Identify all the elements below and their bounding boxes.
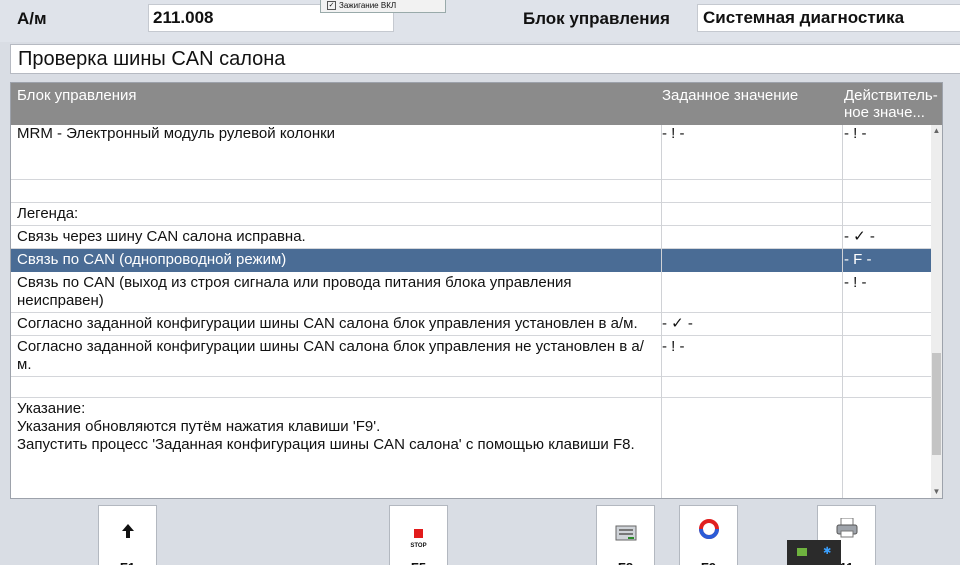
row-text: Согласно заданной конфигурации шины CAN …: [17, 338, 644, 373]
vehicle-label: А/м: [17, 9, 47, 28]
table-row[interactable]: [11, 377, 933, 398]
f9-button[interactable]: F9: [679, 505, 738, 565]
table-row-selected[interactable]: Связь по CAN (однопроводной режим) - F -: [11, 249, 933, 272]
table-header: Блок управления Заданное значение Действ…: [11, 83, 942, 125]
column-header-actual-value[interactable]: Действитель-ное значе...: [844, 87, 940, 121]
results-table: Блок управления Заданное значение Действ…: [10, 82, 943, 499]
control-unit-field[interactable]: Системная диагностика: [697, 4, 960, 32]
f1-label: F1: [99, 560, 156, 565]
row-actual-value: - ! -: [844, 274, 867, 291]
gpu-tray-icon[interactable]: [797, 548, 807, 556]
ignition-status: ✓ Зажигание ВКЛ: [320, 0, 446, 13]
note-line: Указания обновляются путём нажатия клави…: [17, 418, 381, 435]
ignition-label: Зажигание ВКЛ: [339, 1, 397, 10]
table-row[interactable]: [11, 180, 933, 203]
column-header-set-value[interactable]: Заданное значение: [662, 87, 798, 104]
header-bar: А/м 211.008 ✓ Зажигание ВКЛ Блок управлен…: [0, 0, 960, 42]
up-arrow-icon: [99, 524, 156, 542]
table-row-note[interactable]: Указание: Указания обновляются путём наж…: [11, 398, 933, 456]
table-row[interactable]: Согласно заданной конфигурации шины CAN …: [11, 336, 933, 377]
row-set-value: - ! -: [662, 125, 685, 142]
note-heading: Указание:: [17, 400, 86, 417]
row-text: MRM - Электронный модуль рулевой колонки: [17, 125, 336, 142]
refresh-icon: [680, 518, 737, 544]
system-tray-popup: ✱: [787, 540, 841, 565]
printer-icon: [818, 517, 875, 542]
row-text: Легенда:: [17, 205, 79, 222]
row-set-value: - ! -: [662, 338, 685, 355]
table-row[interactable]: Связь по CAN (выход из строя сигнала или…: [11, 272, 933, 313]
test-title: Проверка шины CAN салона: [10, 44, 960, 74]
row-text: Связь через шину CAN салона исправна.: [17, 228, 306, 245]
column-header-unit[interactable]: Блок управления: [17, 87, 136, 104]
column-divider: [661, 125, 662, 498]
f5-button[interactable]: STOP F5: [389, 505, 448, 565]
f9-label: F9: [680, 560, 737, 565]
row-actual-value: - ! -: [844, 125, 867, 142]
table-row[interactable]: Согласно заданной конфигурации шины CAN …: [11, 313, 933, 336]
vertical-scrollbar[interactable]: ▲ ▼: [931, 125, 942, 498]
scroll-down-icon[interactable]: ▼: [931, 486, 942, 498]
row-set-value: - ✓ -: [662, 315, 693, 332]
row-text: [11, 377, 650, 381]
bluetooth-icon[interactable]: ✱: [823, 546, 831, 557]
scroll-up-icon[interactable]: ▲: [931, 125, 942, 137]
row-text: Связь по CAN (однопроводной режим): [17, 251, 287, 268]
f1-button[interactable]: F1: [98, 505, 157, 565]
f8-button[interactable]: F8: [596, 505, 655, 565]
table-row[interactable]: Связь через шину CAN салона исправна. - …: [11, 226, 933, 249]
column-divider: [842, 125, 843, 498]
stop-icon: STOP: [390, 526, 447, 550]
printer-list-icon: [597, 524, 654, 546]
row-text: [11, 180, 650, 184]
table-body: MRM - Электронный модуль рулевой колонки…: [11, 83, 933, 456]
f8-label: F8: [597, 560, 654, 565]
row-text: Связь по CAN (выход из строя сигнала или…: [17, 274, 572, 309]
row-actual-value: - ✓ -: [844, 228, 875, 245]
note-line: Запустить процесс 'Заданная конфигурация…: [17, 436, 635, 453]
f5-label: F5: [390, 560, 447, 565]
row-text: Согласно заданной конфигурации шины CAN …: [17, 315, 638, 332]
control-unit-label: Блок управления: [523, 9, 670, 28]
table-row[interactable]: Легенда:: [11, 203, 933, 226]
scrollbar-thumb[interactable]: [932, 353, 941, 455]
stop-text: STOP: [410, 543, 427, 549]
ignition-checkbox-icon: ✓: [327, 1, 336, 11]
row-actual-value: - F -: [844, 251, 872, 268]
